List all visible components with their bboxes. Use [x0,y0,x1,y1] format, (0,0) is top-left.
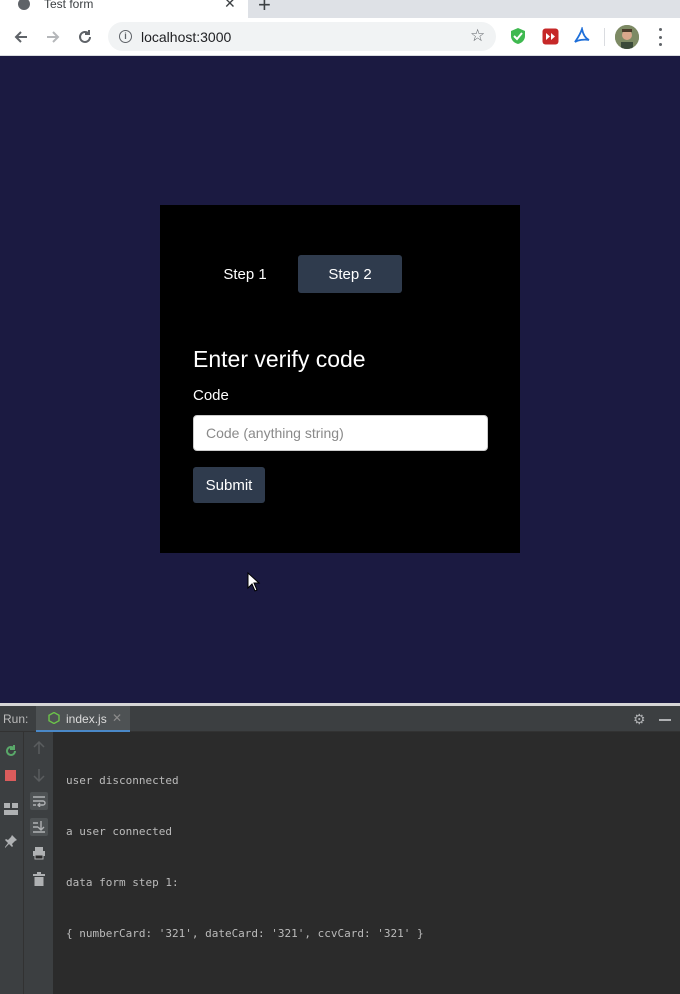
star-icon[interactable]: ☆ [470,27,485,45]
form-title: Enter verify code [193,346,366,372]
code-label: Code [193,387,229,404]
new-tab-button[interactable]: + [258,0,271,16]
globe-icon [18,0,30,10]
nodejs-icon [48,712,60,724]
down-arrow-icon[interactable] [30,766,48,784]
run-panel: Run: index.js ✕ ⚙ user disconnected a us… [0,703,680,994]
close-tab-icon[interactable]: ✕ [224,0,236,10]
code-input[interactable] [193,415,488,451]
rerun-icon[interactable] [2,742,20,760]
shield-extension-icon[interactable] [509,27,527,45]
console-line: a user connected [66,825,172,838]
run-left-toolbar [0,732,24,994]
print-icon[interactable] [30,844,48,862]
tab-step-1[interactable]: Step 1 [193,255,297,293]
submit-button[interactable]: Submit [193,467,265,503]
minimize-icon[interactable] [659,719,671,721]
run-tab-index-js[interactable]: index.js ✕ [36,706,130,732]
layout-icon[interactable] [2,800,20,818]
run-header: Run: index.js ✕ ⚙ [0,706,680,732]
browser-tab[interactable]: Test form ✕ [0,0,248,18]
mouse-cursor-icon [247,572,261,592]
trash-icon[interactable] [30,870,48,888]
forward-arrow-icon[interactable] [41,25,65,49]
console-line: user disconnected [66,774,179,787]
console-output[interactable]: user disconnected a user connected data … [66,738,424,976]
file-tab-label: index.js [66,712,107,726]
pin-icon[interactable] [2,832,20,850]
tab-title: Test form [44,0,94,11]
info-icon[interactable]: i [119,30,132,43]
toolbar-separator [604,28,605,46]
acrobat-extension-icon[interactable] [573,27,591,45]
address-bar[interactable]: i localhost:3000 ☆ [108,22,496,51]
reload-icon[interactable] [73,25,97,49]
browser-tabstrip: Test form ✕ + [0,0,680,18]
up-arrow-icon[interactable] [30,739,48,757]
menu-dots-icon[interactable] [654,28,666,46]
gear-icon[interactable]: ⚙ [633,712,646,726]
scroll-to-end-icon[interactable] [30,818,48,836]
browser-toolbar: i localhost:3000 ☆ [0,18,680,56]
soft-wrap-icon[interactable] [30,792,48,810]
tab-step-2[interactable]: Step 2 [298,255,402,293]
close-run-tab-icon[interactable]: ✕ [112,711,122,725]
url-text[interactable]: localhost:3000 [141,29,231,45]
run-console-toolbar [24,732,54,994]
media-extension-icon[interactable] [541,27,559,45]
form-card: Step 1 Step 2 Enter verify code Code Sub… [160,205,520,553]
stop-icon[interactable] [2,767,20,785]
run-label: Run: [3,712,29,726]
back-arrow-icon[interactable] [9,25,33,49]
console-line: { numberCard: '321', dateCard: '321', cc… [66,927,424,940]
profile-avatar[interactable] [615,25,639,49]
console-line: data form step 1: [66,876,179,889]
